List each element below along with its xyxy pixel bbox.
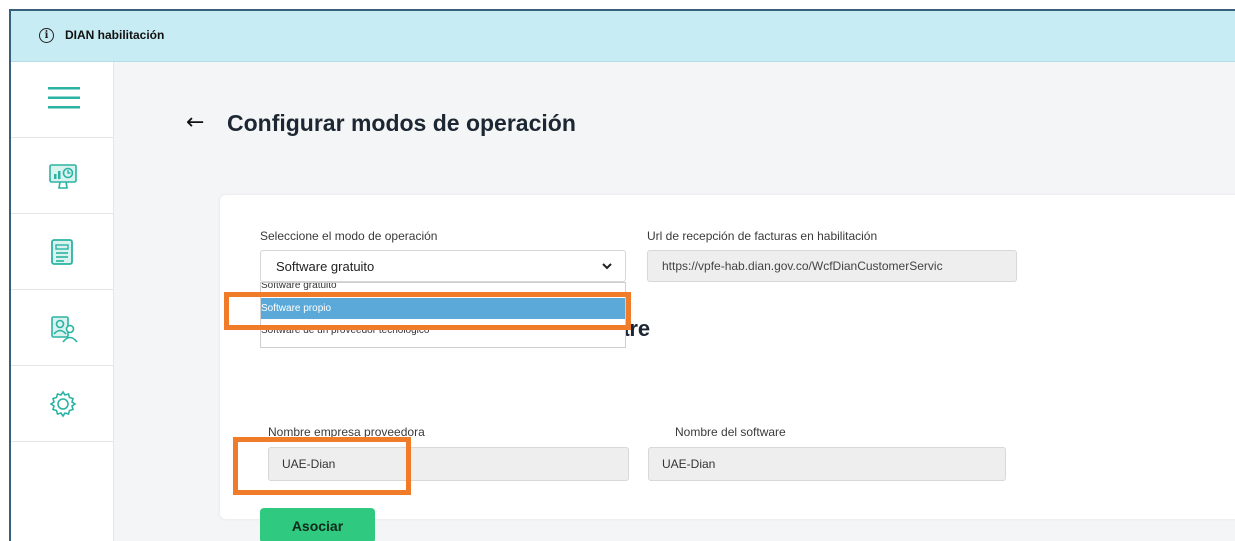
- hamburger-menu-icon: [48, 87, 80, 109]
- gear-icon: [49, 390, 77, 418]
- back-arrow-icon[interactable]: ←: [186, 110, 204, 135]
- url-field-value: https://vpfe-hab.dian.gov.co/WcfDianCust…: [662, 259, 943, 273]
- document-list-icon: [51, 239, 73, 265]
- page-title: Configurar modos de operación: [227, 110, 576, 136]
- asociar-button[interactable]: Asociar: [260, 508, 375, 541]
- mode-select-value: Software gratuito: [276, 259, 375, 274]
- url-label: Url de recepción de facturas en habilita…: [647, 229, 878, 243]
- user-group-icon: [51, 316, 78, 343]
- form-card: Seleccione el modo de operación Url de r…: [220, 195, 1235, 541]
- mode-select-label: Seleccione el modo de operación: [260, 229, 438, 243]
- dropdown-option-gratuito[interactable]: Software gratuito: [261, 283, 625, 293]
- app-window: i DIAN habilitación ← Configurar modos d…: [9, 9, 1235, 541]
- software-field[interactable]: UAE-Dian: [648, 447, 1006, 481]
- sidebar: [11, 62, 114, 541]
- dropdown-option-propio[interactable]: Software propio: [261, 298, 625, 319]
- provider-field[interactable]: UAE-Dian: [268, 447, 629, 481]
- chevron-down-icon: [602, 263, 612, 270]
- mode-dropdown-list: Software gratuito Software propio Softwa…: [260, 282, 626, 348]
- sidebar-item-menu[interactable]: [11, 62, 113, 138]
- url-field[interactable]: https://vpfe-hab.dian.gov.co/WcfDianCust…: [647, 250, 1017, 282]
- software-field-value: UAE-Dian: [662, 457, 716, 471]
- header-title: DIAN habilitación: [65, 28, 165, 42]
- software-label: Nombre del software: [675, 425, 786, 439]
- monitor-chart-icon: [49, 164, 77, 189]
- sidebar-item-dashboard[interactable]: [11, 138, 113, 214]
- provider-label: Nombre empresa proveedora: [268, 425, 425, 439]
- provider-field-value: UAE-Dian: [282, 457, 336, 471]
- sidebar-item-users[interactable]: [11, 290, 113, 366]
- mode-select[interactable]: Software gratuito: [260, 250, 626, 282]
- info-circle-icon[interactable]: i: [39, 28, 54, 43]
- main-content: ← Configurar modos de operación Seleccio…: [114, 62, 1235, 541]
- sidebar-item-settings[interactable]: [11, 366, 113, 442]
- top-bar: i DIAN habilitación: [11, 11, 1235, 62]
- sidebar-item-documents[interactable]: [11, 214, 113, 290]
- dropdown-option-proveedor[interactable]: Software de un proveedor tecnológico: [261, 323, 625, 341]
